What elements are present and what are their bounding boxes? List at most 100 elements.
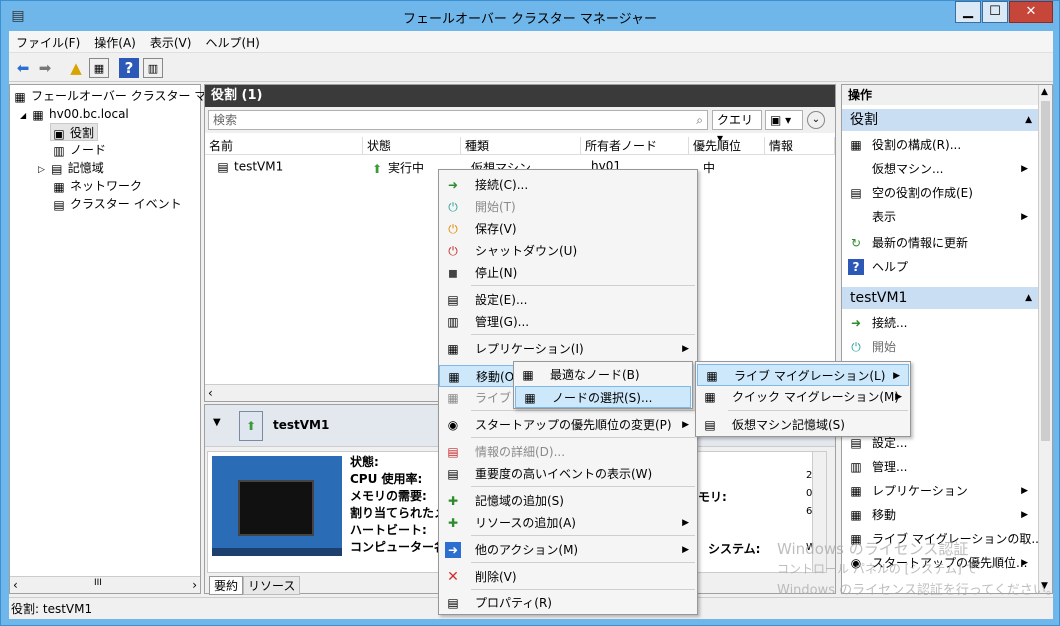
collapse-icon[interactable]: ▷ — [38, 165, 45, 175]
configure-role-icon: ▦ — [850, 138, 862, 152]
menu-item-more-actions[interactable]: ➜ 他のアクション(M) ▶ — [439, 539, 697, 561]
save-query-button[interactable]: ▣ ▾ — [765, 110, 803, 130]
menu-item-add-storage[interactable]: ✚ 記憶域の追加(S) — [439, 490, 697, 512]
action-replication[interactable]: ▦ レプリケーション ▶ — [842, 479, 1034, 503]
label-memory-right: モリ: — [698, 490, 727, 504]
action-view[interactable]: 表示 ▶ — [842, 205, 1034, 229]
action-create-empty-role[interactable]: ▤ 空の役割の作成(E) — [842, 181, 973, 205]
action-move[interactable]: ▦ 移動 ▶ — [842, 503, 1034, 527]
menu-file[interactable]: ファイル(F) — [9, 31, 87, 54]
activation-watermark-title: Windows のライセンス認証 — [777, 540, 969, 558]
search-icon[interactable]: ⌕ — [696, 111, 703, 129]
expand-search-icon[interactable]: ⌄ — [807, 111, 825, 129]
help-icon[interactable]: ? — [119, 58, 139, 78]
menu-item-start[interactable]: ⏻ 開始(T) — [439, 196, 697, 218]
tree-horizontal-scrollbar[interactable]: ‹ III › — [10, 576, 200, 593]
running-icon: ⬆ — [371, 161, 383, 176]
show-hide-tree-icon[interactable]: ▦ — [89, 58, 109, 78]
menu-item-settings[interactable]: ▤ 設定(E)... — [439, 289, 697, 311]
menu-item-connect[interactable]: ➜ 接続(C)... — [439, 174, 697, 196]
menu-item-live-migration[interactable]: ▦ライブ マ — [439, 387, 515, 409]
details-tabs: 要約 リソース — [209, 576, 301, 595]
close-button[interactable]: ✕ — [1009, 1, 1053, 23]
tree-item-roles[interactable]: ▣ 役割 — [50, 123, 99, 141]
roles-column-headers: 名前 状態 種類 所有者ノード 優先順位 情報 — [205, 137, 835, 155]
up-folder-icon[interactable]: ▲ — [66, 58, 86, 78]
action-manage[interactable]: ▥ 管理... — [842, 455, 907, 479]
action-start[interactable]: ⏻ 開始 — [842, 335, 896, 359]
collapse-details-icon[interactable]: ▼ — [213, 417, 221, 428]
move-submenu: ▦ 最適なノード(B) ▦ ノードの選択(S)... — [513, 361, 693, 409]
action-refresh[interactable]: ↻ 最新の情報に更新 — [842, 231, 968, 255]
column-name[interactable]: 名前 — [205, 137, 363, 155]
tree-item-storage[interactable]: ▷ ▤ 記憶域 — [38, 159, 104, 177]
action-configure-role[interactable]: ▦ 役割の構成(R)... — [842, 133, 961, 157]
column-owner-node[interactable]: 所有者ノード — [581, 137, 689, 155]
tree-item-nodes[interactable]: ▥ ノード — [51, 141, 106, 159]
row-priority: 中 — [703, 161, 716, 175]
expand-icon[interactable]: ◢ — [20, 111, 26, 120]
actions-section-vm[interactable]: testVM1 ▲ — [842, 287, 1038, 309]
menu-item-best-node[interactable]: ▦ 最適なノード(B) — [514, 364, 692, 386]
tab-summary[interactable]: 要約 — [209, 576, 244, 595]
menu-item-live-migration-option[interactable]: ▦ ライブ マイグレーション(L) ▶ — [697, 364, 909, 386]
action-connect[interactable]: ➜ 接続... — [842, 311, 907, 335]
cluster-manager-icon: ▦ — [14, 89, 26, 104]
column-info[interactable]: 情報 — [765, 137, 835, 155]
column-priority[interactable]: 優先順位 — [689, 137, 765, 155]
menu-item-vm-storage[interactable]: ▤ 仮想マシン記憶域(S) — [696, 414, 910, 436]
collapse-section-icon[interactable]: ▲ — [1025, 109, 1032, 131]
scroll-up-icon[interactable]: ▲ — [1041, 87, 1048, 97]
tab-resources[interactable]: リソース — [243, 576, 301, 595]
minimize-button[interactable]: ▁ — [955, 1, 981, 23]
live-migration-icon: ▦ — [447, 391, 459, 405]
scroll-left-icon[interactable]: ‹ — [13, 578, 18, 592]
vm-icon: ▤ — [217, 160, 229, 174]
menu-help[interactable]: ヘルプ(H) — [198, 31, 266, 54]
menu-item-startup-priority[interactable]: ◉ スタートアップの優先順位の変更(P) ▶ — [439, 414, 697, 436]
actions-section-roles[interactable]: 役割 ▲ — [842, 109, 1038, 131]
scroll-right-icon[interactable]: › — [192, 578, 197, 592]
menu-item-select-node[interactable]: ▦ ノードの選択(S)... — [515, 386, 691, 408]
menu-item-save[interactable]: ⏻ 保存(V) — [439, 218, 697, 240]
action-help[interactable]: ? ヘルプ — [842, 255, 908, 279]
menu-view[interactable]: 表示(V) — [143, 31, 199, 54]
menu-item-quick-migration[interactable]: ▦ クイック マイグレーション(M) ▶ — [696, 386, 910, 408]
submenu-arrow-icon: ▶ — [893, 371, 900, 381]
actions-pane: 操作 役割 ▲ ▦ 役割の構成(R)... 仮想マシン... ▶ ▤ 空の役割の作成(E… — [841, 84, 1053, 594]
row-name: ▤ testVM1 — [215, 159, 283, 175]
scroll-thumb[interactable] — [1041, 101, 1050, 441]
column-status[interactable]: 状態 — [363, 137, 461, 155]
vm-storage-icon: ▤ — [704, 418, 716, 432]
column-type[interactable]: 種類 — [461, 137, 581, 155]
forward-icon[interactable]: ➡ — [35, 58, 55, 78]
tree-item-cluster-events[interactable]: ▤ クラスター イベント — [51, 195, 181, 213]
menu-item-shutdown[interactable]: ⏻ シャットダウン(U) — [439, 240, 697, 262]
menu-action[interactable]: 操作(A) — [87, 31, 143, 54]
submenu-arrow-icon: ▶ — [682, 518, 689, 528]
menu-item-replication[interactable]: ▦ レプリケーション(I) ▶ — [439, 338, 697, 360]
menu-item-stop[interactable]: ◼ 停止(N) — [439, 262, 697, 284]
tree-cluster[interactable]: ◢ ▦ hv00.bc.local — [20, 105, 129, 123]
tree-item-networks[interactable]: ▦ ネットワーク — [51, 177, 142, 195]
menu-item-properties[interactable]: ▤ プロパティ(R) — [439, 592, 697, 614]
menu-item-delete[interactable]: ✕ 削除(V) — [439, 566, 697, 588]
menu-item-manage[interactable]: ▥ 管理(G)... — [439, 311, 697, 333]
show-hide-action-pane-icon[interactable]: ▥ — [143, 58, 163, 78]
submenu-arrow-icon: ▶ — [682, 545, 689, 555]
back-icon[interactable]: ⬅ — [13, 58, 33, 78]
menu-item-critical-events[interactable]: ▤ 重要度の高いイベントの表示(W) — [439, 463, 697, 485]
query-button[interactable]: クエリ ▾ — [712, 110, 762, 145]
scroll-left-icon[interactable]: ‹ — [208, 386, 213, 400]
search-input[interactable]: 検索 ⌕ — [208, 110, 708, 130]
action-virtual-machines[interactable]: 仮想マシン... ▶ — [842, 157, 1034, 181]
collapse-section-icon[interactable]: ▲ — [1025, 287, 1032, 309]
actions-vertical-scrollbar[interactable]: ▲ ▼ — [1038, 85, 1052, 593]
menu-item-information-details[interactable]: ▤ 情報の詳細(D)... — [439, 441, 697, 463]
delete-icon: ✕ — [447, 569, 459, 585]
label-system-right: システム: — [708, 542, 761, 556]
activation-watermark-line: コントロール パネルの [システム] で — [777, 562, 978, 576]
menu-item-move[interactable]: ▦ 移動(O) — [439, 365, 519, 387]
maximize-button[interactable]: ☐ — [982, 1, 1008, 23]
menu-item-add-resource[interactable]: ✚ リソースの追加(A) ▶ — [439, 512, 697, 534]
